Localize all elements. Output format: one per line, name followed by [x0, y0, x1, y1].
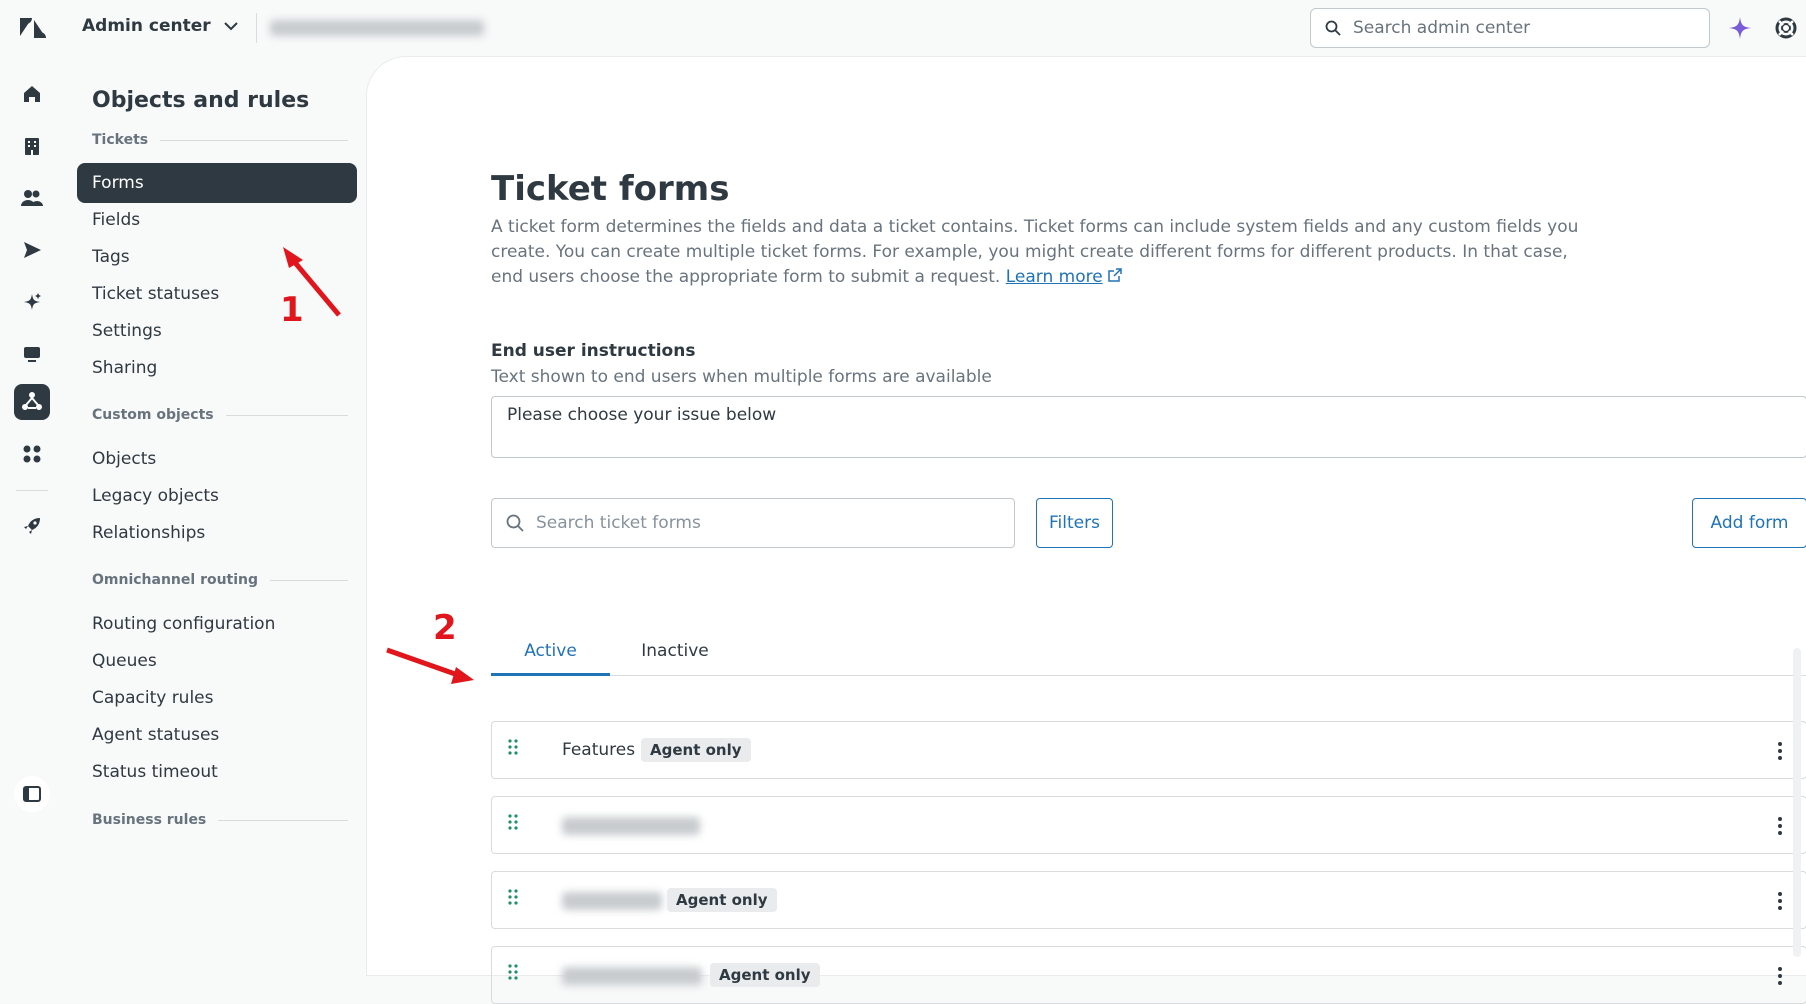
overflow-menu-icon[interactable] [1768, 964, 1792, 988]
agent-only-badge: Agent only [710, 963, 820, 987]
annotation-number-1: 1 [280, 290, 304, 330]
annotation-number-2: 2 [433, 608, 457, 648]
form-name-redacted[interactable] [562, 967, 702, 985]
arrow-2-icon [386, 647, 474, 684]
annotation-overlay [283, 247, 474, 684]
drag-handle-icon[interactable] [508, 963, 518, 985]
